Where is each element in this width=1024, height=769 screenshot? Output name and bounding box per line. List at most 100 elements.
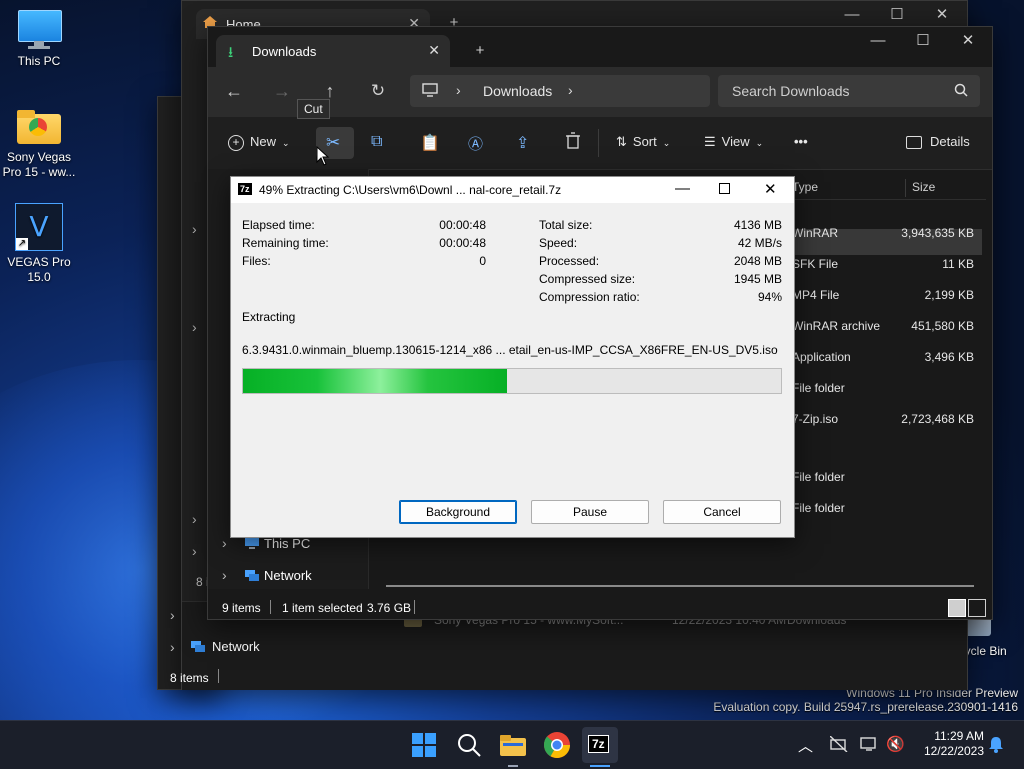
desktop-icon-vegas-pro[interactable]: V ↗ VEGAS Pro 15.0 <box>0 203 78 285</box>
refresh-icon[interactable]: ↻ <box>368 81 388 101</box>
sort-icon: ⇅ <box>616 134 627 149</box>
column-header-size[interactable]: Size <box>912 180 935 194</box>
computer-icon <box>244 536 260 550</box>
background-button[interactable]: Background <box>399 500 517 524</box>
close-window-icon[interactable]: ✕ <box>764 180 777 198</box>
status-label: Extracting <box>242 310 296 324</box>
maximize-icon[interactable]: ☐ <box>887 5 907 25</box>
rename-icon[interactable]: Ⓐ <box>468 133 483 154</box>
maximize-icon[interactable]: ☐ <box>913 31 933 51</box>
details-pane-icon <box>906 136 922 150</box>
network-off-icon[interactable] <box>829 735 848 753</box>
chevron-right-icon[interactable]: › <box>170 607 175 623</box>
stat-value: 42 MB/s <box>737 236 782 250</box>
tiles-view-icon[interactable] <box>968 599 986 617</box>
minimize-icon[interactable]: — <box>842 5 862 25</box>
desktop-icon-label: Sony Vegas Pro 15 - ww... <box>2 150 76 179</box>
stat-value: 4136 MB <box>733 218 782 232</box>
windows-start-icon[interactable] <box>410 731 438 759</box>
close-tab-icon[interactable]: ✕ <box>428 42 440 59</box>
new-button[interactable]: + New ⌄ <box>228 130 290 154</box>
file-row[interactable]: SFK File 11 KB <box>786 252 982 278</box>
file-row[interactable]: File folder <box>786 376 982 402</box>
nav-network[interactable]: Network <box>212 639 260 654</box>
delete-icon[interactable] <box>565 132 581 150</box>
breadcrumb-downloads[interactable]: Downloads <box>483 83 552 99</box>
plus-circle-icon: + <box>228 135 244 151</box>
chevron-right-icon[interactable]: › <box>192 511 197 527</box>
download-icon: ⭳ <box>228 44 234 61</box>
paste-icon[interactable]: 📋 <box>420 133 440 153</box>
desktop-icon-sony-vegas-folder[interactable]: Sony Vegas Pro 15 - ww... <box>0 108 78 180</box>
chevron-right-icon[interactable]: › <box>222 567 227 583</box>
nav-network[interactable]: Network <box>264 568 312 583</box>
breadcrumb-chevron-icon[interactable]: › <box>568 82 573 98</box>
minimize-icon[interactable]: — <box>675 180 690 197</box>
file-explorer-icon[interactable] <box>499 731 527 759</box>
seven-zip-icon: 7z <box>588 735 609 753</box>
monitor-icon <box>18 10 62 50</box>
nav-this-pc[interactable]: This PC <box>264 536 310 551</box>
column-header-type[interactable]: Type <box>792 180 818 194</box>
desktop-icon-this-pc[interactable]: This PC <box>0 10 78 69</box>
file-row[interactable]: 7-Zip.iso 2,723,468 KB <box>786 407 982 433</box>
sort-button[interactable]: ⇅ Sort ⌄ <box>616 130 670 154</box>
view-lines-icon: ☰ <box>704 134 716 149</box>
file-row[interactable]: WinRAR 3,943,635 KB <box>786 221 982 247</box>
folder-chrome-icon <box>17 108 61 146</box>
stat-label: Compression ratio: <box>539 290 640 304</box>
display-icon[interactable] <box>860 736 878 752</box>
copy-icon[interactable]: ⧉ <box>371 133 382 151</box>
horizontal-scrollbar[interactable] <box>386 585 974 587</box>
file-row[interactable]: File folder <box>786 496 982 522</box>
chevron-right-icon[interactable]: › <box>170 639 175 655</box>
view-button[interactable]: ☰ View ⌄ <box>704 130 763 154</box>
chevron-right-icon[interactable]: › <box>222 535 227 551</box>
close-window-icon[interactable]: ✕ <box>958 31 978 51</box>
chevron-down-icon: ⌄ <box>662 138 671 148</box>
shortcut-arrow-icon: ↗ <box>16 238 28 250</box>
address-bar[interactable]: › Downloads › <box>410 75 710 107</box>
pause-button[interactable]: Pause <box>531 500 649 524</box>
chevron-right-icon[interactable]: › <box>192 221 197 237</box>
file-type: 7-Zip.iso <box>792 412 839 426</box>
clock[interactable]: 11:29 AM 12/22/2023 <box>912 729 984 759</box>
status-divider <box>414 600 415 614</box>
cancel-button[interactable]: Cancel <box>663 500 781 524</box>
status-divider <box>218 669 219 683</box>
file-row[interactable]: File folder <box>786 465 982 491</box>
up-arrow-icon[interactable]: ↑ <box>320 81 340 101</box>
new-tab-icon[interactable]: + <box>470 41 490 61</box>
share-icon[interactable]: ⇪ <box>516 133 529 153</box>
forward-arrow-icon[interactable]: → <box>272 81 292 101</box>
network-icon <box>244 568 260 582</box>
maximize-icon[interactable] <box>719 183 730 194</box>
minimize-icon[interactable]: — <box>868 31 888 51</box>
chevron-right-icon[interactable]: › <box>192 543 197 559</box>
chevron-right-icon[interactable]: › <box>192 319 197 335</box>
file-row[interactable]: Application 3,496 KB <box>786 345 982 371</box>
search-icon[interactable] <box>455 731 483 759</box>
details-view-icon[interactable] <box>948 599 966 617</box>
file-row[interactable]: WinRAR archive 451,580 KB <box>786 314 982 340</box>
extraction-dialog[interactable]: 7z 49% Extracting C:\Users\vm6\Downl ...… <box>230 176 795 538</box>
dialog-title: 49% Extracting C:\Users\vm6\Downl ... na… <box>259 183 562 197</box>
seven-zip-taskbar-button[interactable]: 7z <box>582 727 618 763</box>
chrome-icon[interactable] <box>543 731 571 759</box>
file-type: WinRAR archive <box>792 319 881 333</box>
status-selected: 1 item selected <box>282 601 363 615</box>
details-pane-button[interactable]: Details <box>906 130 970 154</box>
more-options-button[interactable]: ••• <box>794 130 808 154</box>
search-icon[interactable] <box>954 83 968 97</box>
breadcrumb-chevron-icon[interactable]: › <box>456 82 461 98</box>
back-arrow-icon[interactable]: ← <box>224 81 244 101</box>
chevron-up-icon[interactable]: ︿ <box>798 735 813 756</box>
notification-bell-icon[interactable] <box>988 736 1004 754</box>
tab-downloads[interactable]: ⭳ Downloads ✕ <box>216 35 450 67</box>
close-window-icon[interactable]: ✕ <box>932 5 952 25</box>
search-box[interactable]: Search Downloads <box>718 75 980 107</box>
file-row[interactable]: MP4 File 2,199 KB <box>786 283 982 309</box>
volume-muted-icon[interactable]: 🔇 <box>886 735 905 753</box>
tab-title: Downloads <box>252 44 317 59</box>
file-type: WinRAR <box>792 226 839 240</box>
